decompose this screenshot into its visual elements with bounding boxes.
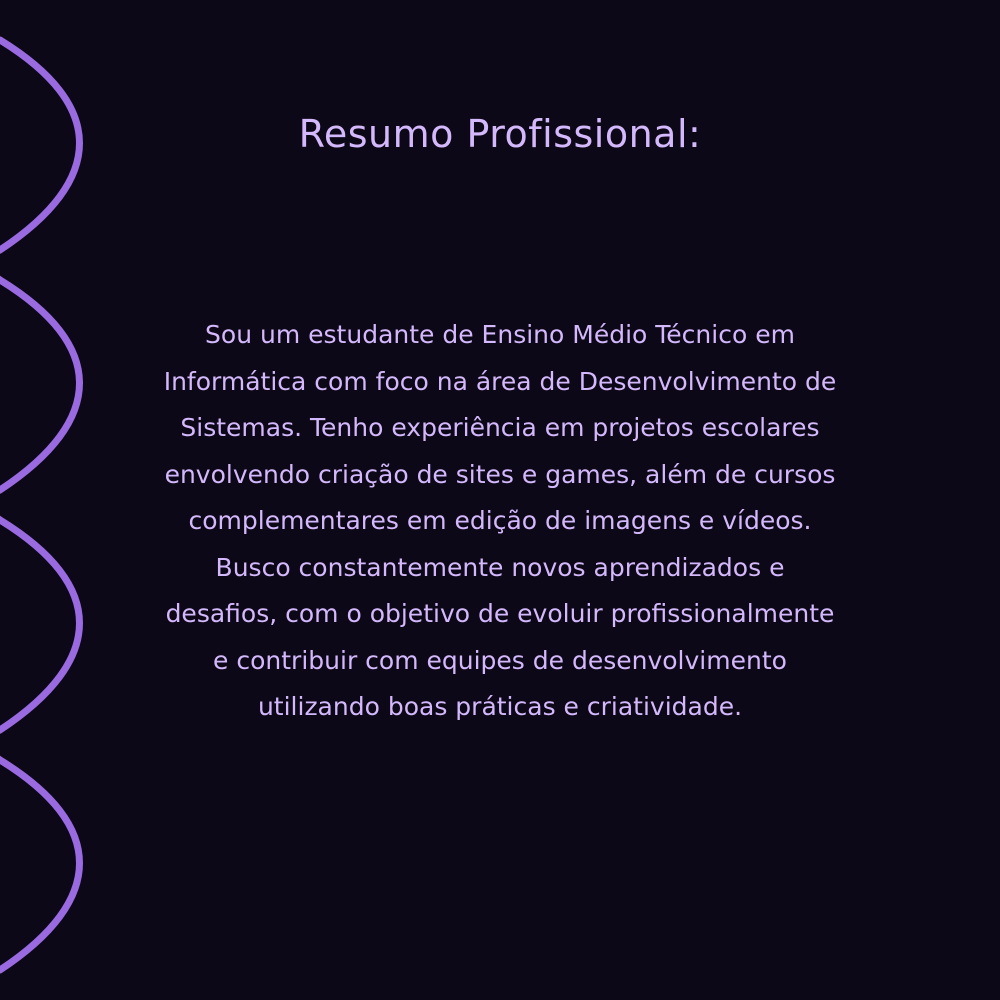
summary-line: Busco constantemente novos aprendizados … [215, 552, 785, 582]
summary-line: complementares em edição de imagens e ví… [188, 506, 812, 535]
summary-line: Sistemas. Tenho experiência em projetos … [180, 413, 820, 442]
professional-summary: Sou um estudante de Ensino Médio Técnico… [90, 312, 910, 731]
summary-line: Informática com foco na área de Desenvol… [163, 366, 837, 396]
summary-line: Sou um estudante de Ensino Médio Técnico… [205, 320, 795, 349]
summary-line: e contribuir com equipes de desenvolvime… [213, 645, 787, 675]
summary-line: utilizando boas práticas e criatividade. [257, 692, 743, 721]
summary-line: envolvendo criação de sites e games, alé… [164, 459, 836, 489]
summary-line: desafios, com o objetivo de evoluir prof… [165, 599, 835, 628]
wave-path [0, 36, 83, 974]
page-title: Resumo Profissional: [298, 112, 702, 156]
